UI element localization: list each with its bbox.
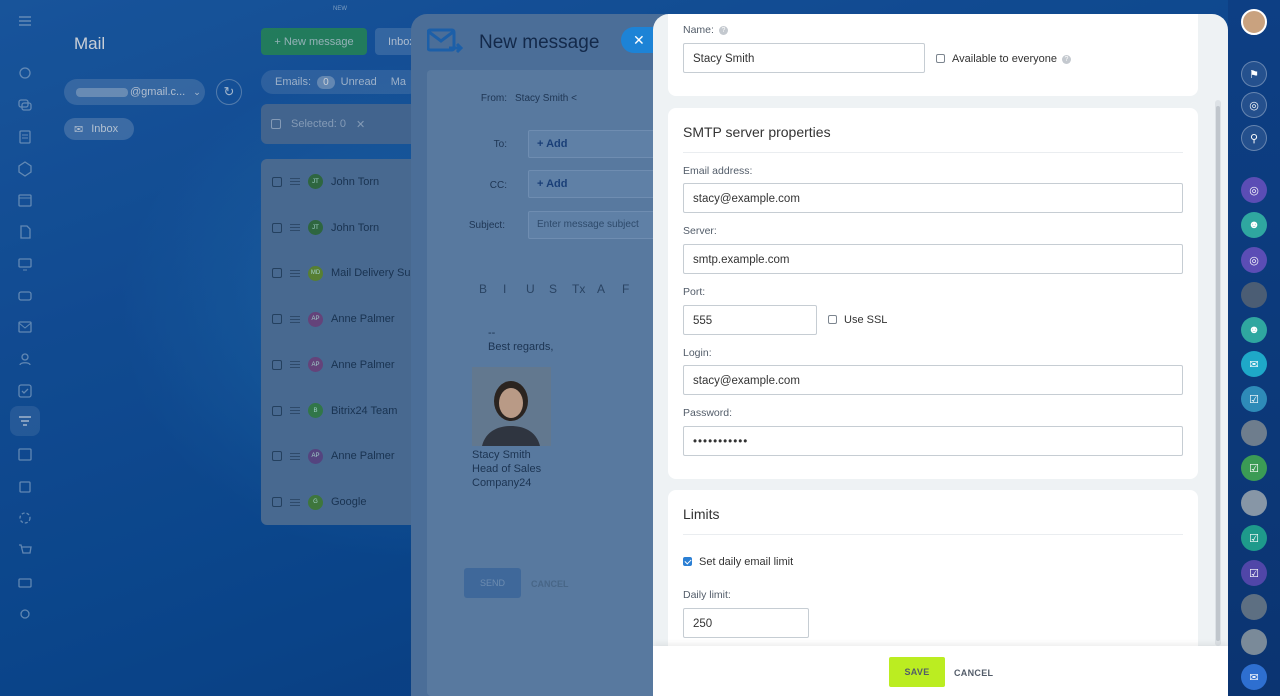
- password-label: Password:: [683, 407, 733, 419]
- port-label: Port:: [683, 286, 706, 298]
- open-channel-icon[interactable]: ◎: [1241, 177, 1267, 203]
- from-value[interactable]: Stacy Smith <: [515, 93, 577, 104]
- send-button[interactable]: SEND: [464, 568, 521, 598]
- settings-footer: SAVE CANCEL: [653, 646, 1228, 696]
- compose-body: From: Stacy Smith < To: + Add CC: + Add …: [427, 70, 671, 696]
- name-card: Name:? Stacy Smith Available to everyone…: [668, 14, 1198, 96]
- signature-regards: Best regards,: [488, 341, 554, 353]
- format-button[interactable]: B: [479, 282, 487, 296]
- format-button[interactable]: F: [622, 282, 629, 296]
- user-avatar[interactable]: [1241, 9, 1267, 35]
- daily-limit-input[interactable]: 250: [683, 608, 809, 638]
- divider: [683, 152, 1183, 153]
- close-slider-button[interactable]: ✕: [621, 27, 657, 53]
- from-label: From:: [480, 93, 507, 104]
- help-icon[interactable]: ?: [1061, 54, 1071, 64]
- contact-avatar[interactable]: [1241, 420, 1267, 446]
- format-button[interactable]: S: [549, 282, 557, 296]
- chat-bubble-icon[interactable]: ✉: [1241, 351, 1267, 377]
- smtp-title: SMTP server properties: [683, 124, 831, 140]
- email-label: Email address:: [683, 165, 753, 177]
- available-checkbox[interactable]: [936, 54, 945, 63]
- email-input[interactable]: stacy@example.com: [683, 183, 1183, 213]
- login-input[interactable]: stacy@example.com: [683, 365, 1183, 395]
- group-chat-icon[interactable]: ☻: [1241, 212, 1267, 238]
- open-channel-icon[interactable]: ◎: [1241, 247, 1267, 273]
- help-icon[interactable]: ?: [718, 25, 728, 35]
- task-chat-icon[interactable]: ☑: [1241, 386, 1267, 412]
- task-chat-icon[interactable]: ☑: [1241, 455, 1267, 481]
- cc-label: CC:: [489, 180, 507, 191]
- name-label: Name:?: [683, 24, 728, 36]
- name-input[interactable]: Stacy Smith: [683, 43, 925, 73]
- to-add-field[interactable]: + Add: [528, 130, 668, 158]
- use-ssl-label: Use SSL: [844, 314, 888, 326]
- to-label: To:: [493, 139, 507, 150]
- subject-input[interactable]: Enter message subject: [528, 211, 668, 239]
- format-button[interactable]: I: [503, 282, 506, 296]
- contact-avatar[interactable]: [1241, 629, 1267, 655]
- smtp-card: SMTP server properties Email address: st…: [668, 108, 1198, 479]
- close-icon: ✕: [633, 31, 645, 48]
- compose-title: New message: [479, 32, 600, 53]
- signature-photo: [472, 367, 551, 446]
- signature-dashes: --: [488, 327, 496, 339]
- task-chat-icon[interactable]: ☑: [1241, 525, 1267, 551]
- limits-card: Limits Set daily email limit Daily limit…: [668, 490, 1198, 660]
- compose-panel: New message From: Stacy Smith < To: + Ad…: [411, 14, 671, 696]
- activity-icon[interactable]: ◎: [1241, 92, 1267, 118]
- divider: [683, 534, 1183, 535]
- server-input[interactable]: smtp.example.com: [683, 244, 1183, 274]
- limits-title: Limits: [683, 506, 720, 522]
- daily-limit-checkbox[interactable]: [683, 557, 692, 566]
- task-chat-icon[interactable]: ☑: [1241, 560, 1267, 586]
- port-input[interactable]: 555: [683, 305, 817, 335]
- signature-name: Stacy Smith: [472, 449, 531, 461]
- daily-limit-label: Daily limit:: [683, 589, 731, 601]
- right-sidebar: ⚑ ◎ ⚲ ◎ ☻ ◎ ☻ ✉ ☑ ☑ ☑ ☑ ✉: [1228, 0, 1280, 696]
- contact-avatar[interactable]: [1241, 490, 1267, 516]
- format-button[interactable]: U: [526, 282, 535, 296]
- subject-label: Subject:: [468, 220, 505, 231]
- format-button[interactable]: Tx: [572, 282, 585, 296]
- mail-shortcut-icon[interactable]: ✉: [1241, 664, 1267, 690]
- available-label: Available to everyone?: [952, 53, 1071, 65]
- cancel-button[interactable]: CANCEL: [954, 668, 993, 678]
- contact-avatar[interactable]: [1241, 282, 1267, 308]
- mailbox-settings-panel: Name:? Stacy Smith Available to everyone…: [653, 14, 1228, 696]
- scrollbar-thumb[interactable]: [1216, 106, 1220, 641]
- compose-envelope-icon: [427, 28, 463, 54]
- signature-position: Head of Sales: [472, 463, 542, 475]
- daily-limit-checkbox-label: Set daily email limit: [699, 556, 794, 568]
- format-button[interactable]: A: [597, 282, 605, 296]
- group-chat-icon[interactable]: ☻: [1241, 317, 1267, 343]
- compose-cancel-button[interactable]: CANCEL: [531, 579, 569, 589]
- password-input[interactable]: •••••••••••: [683, 426, 1183, 456]
- search-chat-icon[interactable]: ⚲: [1241, 125, 1267, 151]
- contact-avatar[interactable]: [1241, 594, 1267, 620]
- notifications-icon[interactable]: ⚑: [1241, 61, 1267, 87]
- signature-company: Company24: [472, 477, 532, 489]
- cc-add-field[interactable]: + Add: [528, 170, 668, 198]
- use-ssl-checkbox[interactable]: [828, 315, 837, 324]
- login-label: Login:: [683, 347, 712, 359]
- server-label: Server:: [683, 225, 717, 237]
- save-button[interactable]: SAVE: [889, 657, 945, 687]
